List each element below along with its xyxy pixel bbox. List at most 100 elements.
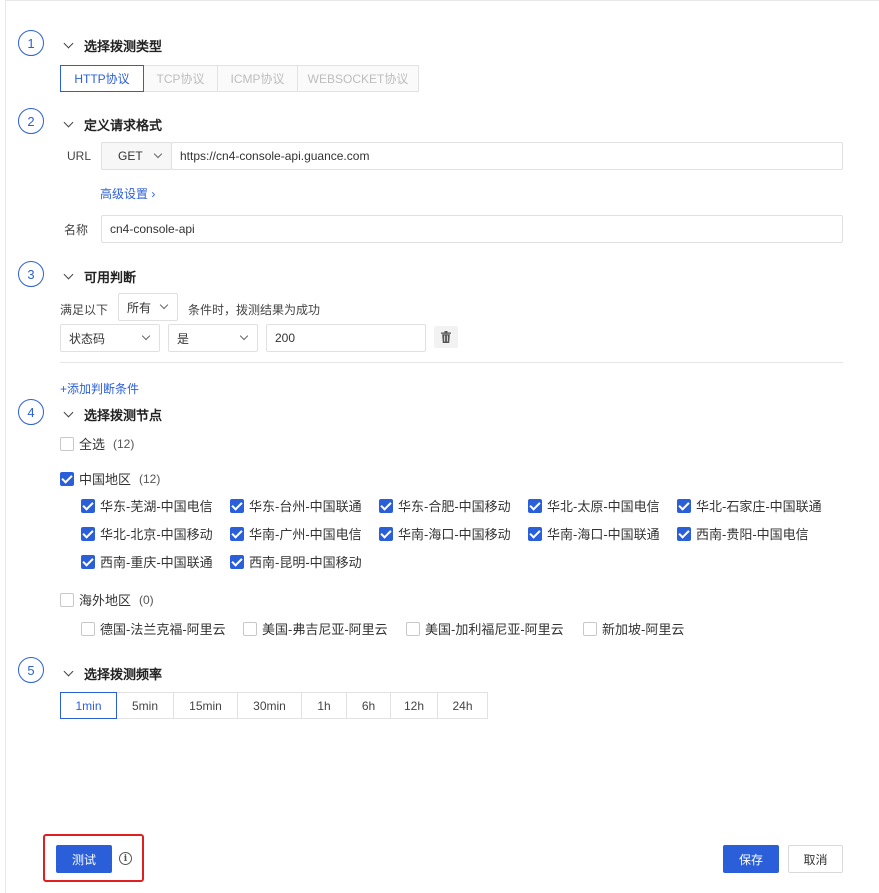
chevron-down-icon — [63, 38, 74, 49]
node-label: 德国-法兰克福-阿里云 — [100, 622, 226, 637]
frequency-15min[interactable]: 15min — [173, 692, 238, 719]
test-button[interactable]: 测试 — [56, 845, 112, 873]
step-title-2[interactable]: 定义请求格式 — [63, 115, 162, 134]
checkbox-box[interactable] — [528, 498, 542, 513]
step-title-1[interactable]: 选择拨测类型 — [63, 36, 163, 55]
checkbox-box[interactable] — [81, 498, 95, 513]
region-overseas-label: 海外地区 — [79, 593, 132, 608]
url-label: URL — [67, 149, 92, 163]
checkbox-box[interactable] — [81, 621, 95, 636]
step-number-4: 4 — [18, 399, 44, 425]
region-overseas-checkbox[interactable]: 海外地区 (0) — [60, 590, 154, 609]
chevron-down-icon — [159, 300, 169, 310]
url-value: https://cn4-console-api.guance.com — [180, 149, 370, 163]
node-label: 华东-芜湖-中国电信 — [100, 499, 213, 514]
node-label: 美国-加利福尼亚-阿里云 — [425, 622, 564, 637]
checkbox-box[interactable] — [528, 526, 542, 541]
checkbox-box[interactable] — [81, 526, 95, 541]
save-button[interactable]: 保存 — [723, 845, 779, 873]
node-checkbox[interactable]: 美国-加利福尼亚-阿里云 — [406, 619, 564, 638]
step-title-label: 可用判断 — [84, 270, 137, 285]
step-title-label: 选择拨测类型 — [84, 39, 163, 54]
name-input[interactable]: cn4-console-api — [101, 215, 843, 243]
checkbox-box[interactable] — [230, 554, 244, 569]
method-select[interactable]: GET — [101, 142, 172, 170]
frequency-12h[interactable]: 12h — [390, 692, 438, 719]
node-checkbox[interactable]: 西南-贵阳-中国电信 — [677, 524, 809, 543]
node-label: 新加坡-阿里云 — [602, 622, 685, 637]
node-checkbox[interactable]: 美国-弗吉尼亚-阿里云 — [243, 619, 388, 638]
node-checkbox[interactable]: 华东-合肥-中国移动 — [379, 496, 511, 515]
region-china-count: (12) — [139, 471, 161, 486]
node-label: 华南-海口-中国移动 — [398, 527, 511, 542]
node-checkbox[interactable]: 华东-芜湖-中国电信 — [81, 496, 213, 515]
chevron-down-icon — [141, 331, 151, 341]
checkbox-box[interactable] — [60, 436, 74, 451]
checkbox-box[interactable] — [379, 526, 393, 541]
delete-condition-button[interactable] — [434, 326, 458, 348]
checkbox-box[interactable] — [677, 526, 691, 541]
checkbox-box[interactable] — [230, 526, 244, 541]
step-number-3: 3 — [18, 261, 44, 287]
frequency-1h[interactable]: 1h — [301, 692, 347, 719]
step-number-5: 5 — [18, 657, 44, 683]
node-label: 西南-昆明-中国移动 — [249, 555, 362, 570]
frequency-1min[interactable]: 1min — [60, 692, 117, 719]
node-checkbox[interactable]: 华东-台州-中国联通 — [230, 496, 362, 515]
divider — [60, 362, 843, 363]
node-checkbox[interactable]: 华北-太原-中国电信 — [528, 496, 660, 515]
checkbox-box[interactable] — [583, 621, 597, 636]
chevron-down-icon — [63, 117, 74, 128]
step-title-label: 选择拨测节点 — [84, 408, 163, 423]
chevron-down-icon — [63, 666, 74, 677]
region-overseas-count: (0) — [139, 592, 154, 607]
node-checkbox[interactable]: 华北-石家庄-中国联通 — [677, 496, 822, 515]
step-title-4[interactable]: 选择拨测节点 — [63, 405, 163, 424]
node-checkbox[interactable]: 新加坡-阿里云 — [583, 619, 684, 638]
node-checkbox[interactable]: 西南-重庆-中国联通 — [81, 552, 213, 571]
node-checkbox[interactable]: 西南-昆明-中国移动 — [230, 552, 362, 571]
node-label: 华东-台州-中国联通 — [249, 499, 362, 514]
protocol-tcp[interactable]: TCP协议 — [143, 65, 218, 92]
protocol-icmp[interactable]: ICMP协议 — [217, 65, 298, 92]
node-checkbox[interactable]: 德国-法兰克福-阿里云 — [81, 619, 226, 638]
step-title-3[interactable]: 可用判断 — [63, 267, 137, 286]
checkbox-box[interactable] — [243, 621, 257, 636]
checkbox-box[interactable] — [60, 471, 74, 486]
step-title-5[interactable]: 选择拨测频率 — [63, 664, 162, 683]
add-condition-link[interactable]: +添加判断条件 — [60, 380, 139, 397]
cancel-button[interactable]: 取消 — [788, 845, 843, 873]
protocol-http[interactable]: HTTP协议 — [60, 65, 144, 92]
frequency-6h[interactable]: 6h — [346, 692, 391, 719]
condition-operator-select[interactable]: 是 — [168, 324, 258, 352]
checkbox-box[interactable] — [81, 554, 95, 569]
condition-value: 200 — [275, 331, 296, 345]
frequency-selector: 1min 5min 15min 30min 1h 6h 12h 24h — [60, 692, 488, 719]
checkbox-box[interactable] — [60, 592, 74, 607]
node-checkbox[interactable]: 华南-广州-中国电信 — [230, 524, 362, 543]
judge-mode-select[interactable]: 所有 — [118, 293, 178, 321]
region-china-label: 中国地区 — [79, 472, 132, 487]
node-label: 华南-海口-中国联通 — [547, 527, 660, 542]
region-china-checkbox[interactable]: 中国地区 (12) — [60, 469, 160, 488]
node-checkbox[interactable]: 华南-海口-中国移动 — [379, 524, 511, 543]
frequency-5min[interactable]: 5min — [116, 692, 174, 719]
protocol-websocket[interactable]: WEBSOCKET协议 — [297, 65, 419, 92]
node-label: 西南-贵阳-中国电信 — [696, 527, 809, 542]
condition-field-select[interactable]: 状态码 — [60, 324, 160, 352]
info-icon[interactable]: i — [119, 852, 132, 865]
checkbox-box[interactable] — [230, 498, 244, 513]
chevron-down-icon — [239, 331, 249, 341]
condition-value-input[interactable]: 200 — [266, 324, 426, 352]
checkbox-box[interactable] — [379, 498, 393, 513]
frequency-24h[interactable]: 24h — [437, 692, 488, 719]
url-input[interactable]: https://cn4-console-api.guance.com — [171, 142, 843, 170]
checkbox-box[interactable] — [677, 498, 691, 513]
node-checkbox[interactable]: 华北-北京-中国移动 — [81, 524, 213, 543]
name-value: cn4-console-api — [110, 222, 195, 236]
select-all-checkbox[interactable]: 全选 (12) — [60, 434, 134, 453]
node-checkbox[interactable]: 华南-海口-中国联通 — [528, 524, 660, 543]
advanced-settings-link[interactable]: 高级设置 › — [100, 185, 155, 202]
checkbox-box[interactable] — [406, 621, 420, 636]
frequency-30min[interactable]: 30min — [237, 692, 302, 719]
